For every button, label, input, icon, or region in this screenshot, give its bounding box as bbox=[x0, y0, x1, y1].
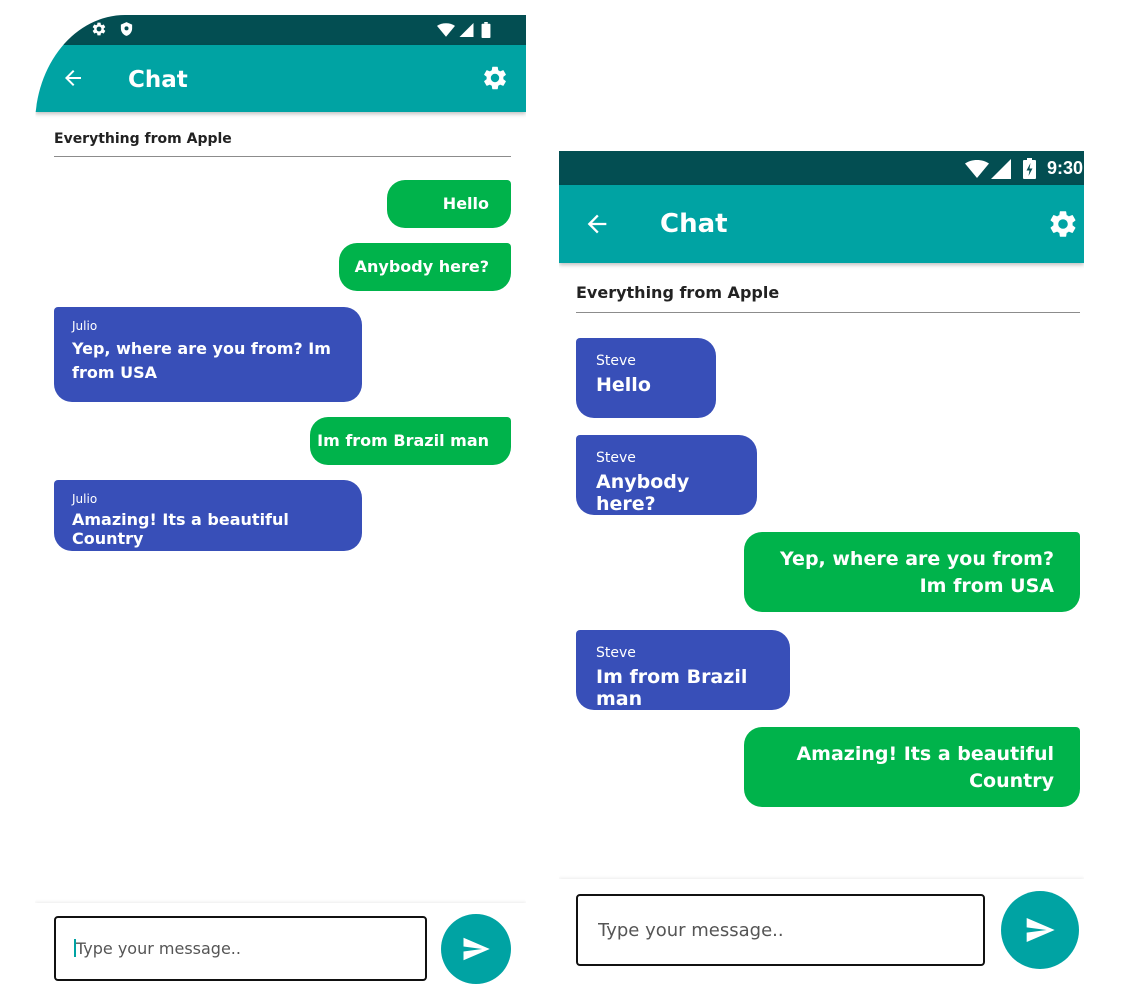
chat-room-title: Everything from Apple bbox=[54, 131, 232, 147]
message-text: Hello bbox=[442, 194, 489, 213]
divider bbox=[54, 156, 511, 157]
sender-name: Steve bbox=[596, 645, 636, 661]
status-bar bbox=[35, 15, 526, 45]
message-bubble: Steve Hello bbox=[576, 338, 716, 418]
message-text: Amazing! Its a beautiful Country bbox=[796, 743, 1054, 792]
app-bar: Chat bbox=[559, 185, 1084, 263]
arrow-left-icon[interactable] bbox=[583, 210, 611, 238]
send-button[interactable] bbox=[441, 914, 511, 984]
message-bubble: Anybody here? bbox=[339, 243, 511, 291]
page-title: Chat bbox=[128, 67, 188, 93]
sender-name: Steve bbox=[596, 450, 636, 466]
message-text: Anybody here? bbox=[596, 471, 690, 515]
wifi-icon bbox=[965, 160, 989, 178]
text-cursor bbox=[74, 939, 76, 957]
message-composer bbox=[35, 903, 526, 985]
arrow-left-icon[interactable] bbox=[61, 66, 85, 90]
message-input[interactable] bbox=[576, 894, 985, 966]
message-bubble: Julio Yep, where are you from? Im from U… bbox=[54, 307, 362, 402]
wifi-icon bbox=[437, 23, 455, 37]
battery-charging-icon bbox=[1023, 158, 1036, 179]
page-title: Chat bbox=[660, 209, 728, 239]
clock: 9:30 bbox=[1047, 158, 1084, 178]
message-bubble: Hello bbox=[387, 180, 511, 228]
signal-icon bbox=[991, 159, 1011, 179]
send-icon bbox=[1026, 918, 1055, 942]
send-button[interactable] bbox=[1001, 891, 1079, 969]
message-bubble: Im from Brazil man bbox=[310, 417, 511, 465]
gear-icon[interactable] bbox=[481, 64, 509, 92]
message-text: Im from Brazil man bbox=[317, 431, 489, 450]
message-bubble: Julio Amazing! Its a beautiful Country bbox=[54, 480, 362, 551]
sender-name: Julio bbox=[72, 319, 98, 333]
status-bar: 9:30 bbox=[559, 151, 1084, 185]
chat-room-title: Everything from Apple bbox=[576, 283, 780, 302]
message-text: Anybody here? bbox=[354, 257, 489, 276]
message-bubble: Amazing! Its a beautiful Country bbox=[744, 727, 1080, 807]
message-bubble: Yep, where are you from? Im from USA bbox=[744, 532, 1080, 612]
send-icon bbox=[463, 937, 490, 961]
battery-icon bbox=[481, 22, 491, 38]
right-phone-screen: 9:30 Chat Everything from Apple Steve He… bbox=[559, 151, 1084, 981]
message-text: Yep, where are you from? Im from USA bbox=[780, 548, 1054, 597]
message-text: Yep, where are you from? Im from USA bbox=[72, 339, 331, 382]
message-bubble: Steve Im from Brazil man bbox=[576, 630, 790, 710]
message-text: Hello bbox=[596, 374, 651, 396]
message-composer bbox=[559, 879, 1084, 981]
sender-name: Julio bbox=[72, 492, 98, 506]
divider bbox=[576, 312, 1080, 313]
settings-icon bbox=[92, 22, 106, 36]
shield-icon bbox=[120, 22, 133, 36]
signal-icon bbox=[459, 23, 474, 37]
message-bubble: Steve Anybody here? bbox=[576, 435, 757, 515]
app-bar: Chat bbox=[35, 45, 526, 112]
message-text: Im from Brazil man bbox=[596, 666, 748, 710]
gear-icon[interactable] bbox=[1047, 208, 1079, 240]
left-phone-screen: Chat Everything from Apple Hello Anybody… bbox=[35, 15, 526, 985]
sender-name: Steve bbox=[596, 353, 636, 369]
message-input[interactable] bbox=[54, 916, 427, 981]
message-text: Amazing! Its a beautiful Country bbox=[72, 510, 289, 548]
